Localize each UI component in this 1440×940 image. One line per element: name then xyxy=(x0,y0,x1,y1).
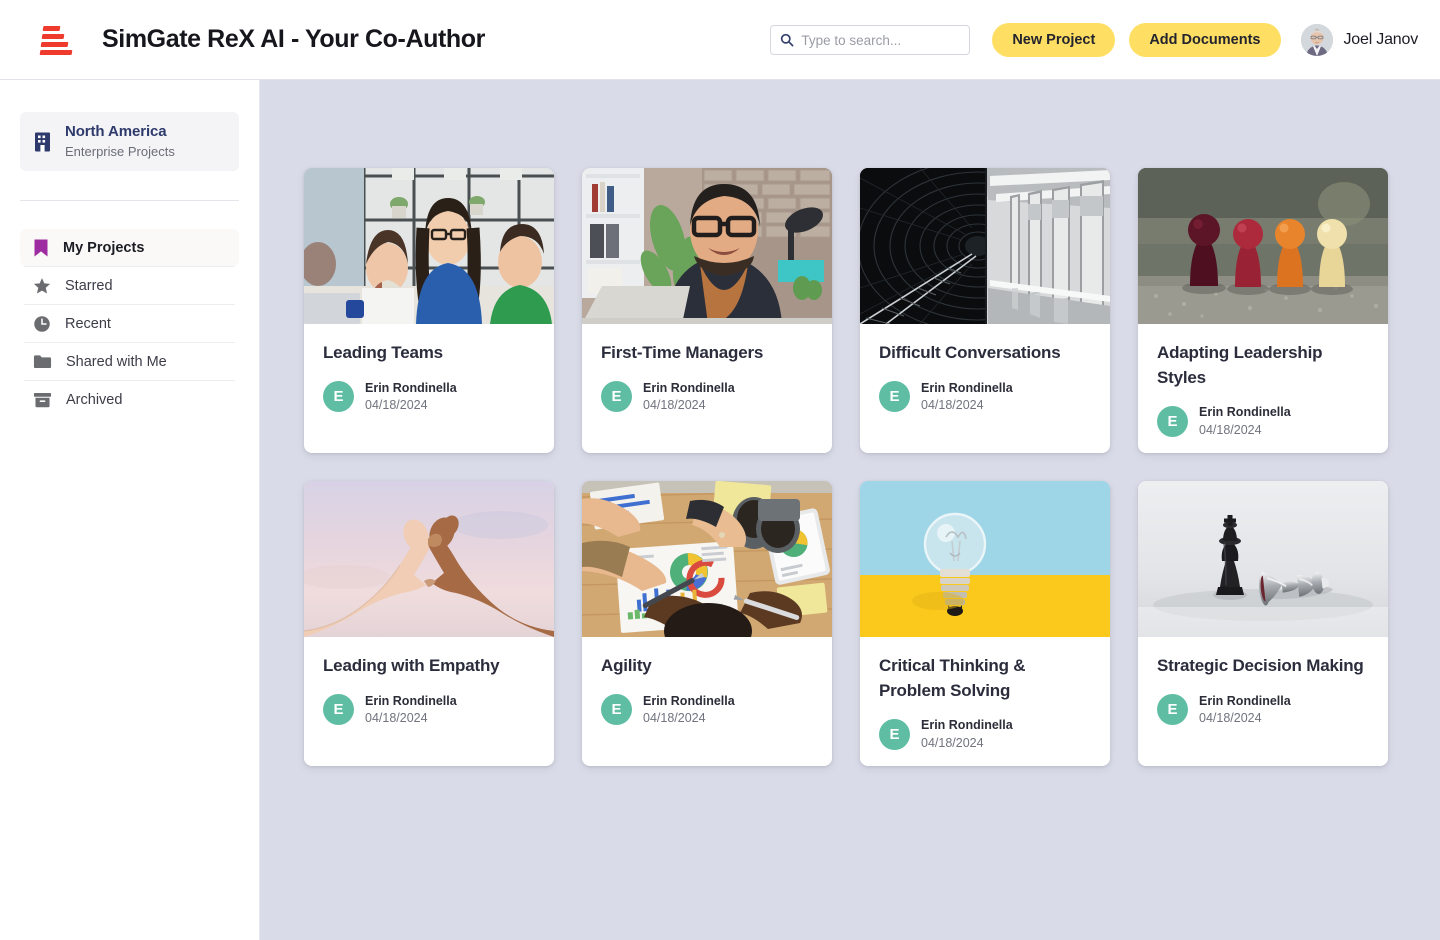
card-date: 04/18/2024 xyxy=(921,397,984,412)
author-avatar: E xyxy=(601,693,632,725)
card-title: Strategic Decision Making xyxy=(1157,656,1364,675)
add-documents-button[interactable]: Add Documents xyxy=(1129,23,1281,57)
logo-container[interactable] xyxy=(28,23,88,57)
author-name: Erin Rondinella xyxy=(643,693,735,708)
org-title: North America xyxy=(65,123,167,140)
card-date: 04/18/2024 xyxy=(643,397,706,412)
star-icon xyxy=(33,277,51,294)
project-card[interactable]: Leading with Empathy E Erin Rondinella 0… xyxy=(304,481,554,766)
header-actions: New Project Add Documents Joel Janov xyxy=(770,0,1418,80)
sidebar-item-my-projects[interactable]: My Projects xyxy=(20,229,239,266)
project-card-grid: Leading Teams E Erin Rondinella 04/18/20… xyxy=(304,168,1440,766)
card-date: 04/18/2024 xyxy=(921,735,984,750)
user-name: Joel Janov xyxy=(1343,31,1419,48)
user-menu[interactable]: Joel Janov xyxy=(1300,24,1419,56)
sidebar-divider xyxy=(20,200,239,201)
new-project-button[interactable]: New Project xyxy=(992,23,1116,57)
card-title: Leading with Empathy xyxy=(323,656,500,675)
card-meta: E Erin Rondinella 04/18/2024 xyxy=(323,693,535,727)
card-meta: E Erin Rondinella 04/18/2024 xyxy=(323,380,535,414)
project-card[interactable]: Adapting Leadership Styles E Erin Rondin… xyxy=(1138,168,1388,453)
search-input[interactable] xyxy=(801,32,961,48)
card-meta: E Erin Rondinella 04/18/2024 xyxy=(879,717,1091,751)
project-card[interactable]: Leading Teams E Erin Rondinella 04/18/20… xyxy=(304,168,554,453)
card-meta: E Erin Rondinella 04/18/2024 xyxy=(601,693,813,727)
sidebar: North America Enterprise Projects My Pro… xyxy=(0,80,260,940)
author-name: Erin Rondinella xyxy=(643,380,735,395)
author-avatar: E xyxy=(879,380,910,412)
sidebar-item-label: Shared with Me xyxy=(66,353,167,370)
app-header: SimGate ReX AI - Your Co-Author New Proj… xyxy=(0,0,1440,80)
sidebar-item-label: Recent xyxy=(65,315,111,332)
author-avatar: E xyxy=(601,380,632,412)
author-name: Erin Rondinella xyxy=(365,693,457,708)
search-box[interactable] xyxy=(770,25,971,55)
card-title: Critical Thinking & Problem Solving xyxy=(879,656,1026,700)
main-content: Leading Teams E Erin Rondinella 04/18/20… xyxy=(260,80,1440,940)
card-title: First-Time Managers xyxy=(601,343,764,362)
card-title: Agility xyxy=(601,656,652,675)
card-date: 04/18/2024 xyxy=(365,710,428,725)
team-reviewing-charts-photo-icon xyxy=(582,481,832,637)
body-wrapper: North America Enterprise Projects My Pro… xyxy=(0,80,1440,940)
card-date: 04/18/2024 xyxy=(643,710,706,725)
clock-icon xyxy=(34,315,50,332)
page-title: SimGate ReX AI - Your Co-Author xyxy=(102,25,485,53)
project-card[interactable]: Agility E Erin Rondinella 04/18/2024 xyxy=(582,481,832,766)
sidebar-item-label: Archived xyxy=(66,391,123,408)
project-card[interactable]: Difficult Conversations E Erin Rondinell… xyxy=(860,168,1110,453)
card-meta: E Erin Rondinella 04/18/2024 xyxy=(1157,404,1369,438)
project-card[interactable]: Critical Thinking & Problem Solving E Er… xyxy=(860,481,1110,766)
man-at-laptop-office-photo-icon xyxy=(582,168,832,324)
hands-forming-heart-photo-icon xyxy=(304,481,554,637)
author-avatar: E xyxy=(323,380,354,412)
wooden-game-pawns-photo-icon xyxy=(1138,168,1388,324)
sidebar-item-recent[interactable]: Recent xyxy=(20,305,239,342)
card-meta: E Erin Rondinella 04/18/2024 xyxy=(1157,693,1369,727)
author-avatar: E xyxy=(323,693,354,725)
org-subtitle: Enterprise Projects xyxy=(65,143,175,159)
card-date: 04/18/2024 xyxy=(365,397,428,412)
author-name: Erin Rondinella xyxy=(1199,693,1291,708)
chess-pieces-photo-icon xyxy=(1138,481,1388,637)
avatar xyxy=(1300,24,1333,56)
author-name: Erin Rondinella xyxy=(1199,405,1291,420)
simgate-bars-logo-icon xyxy=(39,23,75,57)
card-title: Adapting Leadership Styles xyxy=(1157,343,1323,387)
sidebar-item-archived[interactable]: Archived xyxy=(20,381,239,418)
author-name: Erin Rondinella xyxy=(921,718,1013,733)
author-avatar: E xyxy=(1157,693,1188,725)
office-team-meeting-photo-icon xyxy=(304,168,554,324)
card-meta: E Erin Rondinella 04/18/2024 xyxy=(879,380,1091,414)
card-title: Leading Teams xyxy=(323,343,443,362)
sidebar-item-shared-with-me[interactable]: Shared with Me xyxy=(20,343,239,380)
sidebar-item-label: My Projects xyxy=(63,239,145,256)
folder-icon xyxy=(33,355,52,369)
lightbulb-blue-yellow-photo-icon xyxy=(860,481,1110,637)
sidebar-item-starred[interactable]: Starred xyxy=(20,267,239,304)
bookmark-icon xyxy=(34,239,48,256)
card-date: 04/18/2024 xyxy=(1199,710,1262,725)
search-icon xyxy=(781,33,794,47)
black-white-subway-tunnel-photo-icon xyxy=(860,168,1110,324)
building-icon xyxy=(35,132,50,151)
card-date: 04/18/2024 xyxy=(1199,422,1262,437)
author-avatar: E xyxy=(879,718,910,750)
author-name: Erin Rondinella xyxy=(365,380,457,395)
archive-icon xyxy=(33,392,52,407)
card-title: Difficult Conversations xyxy=(879,343,1061,362)
sidebar-item-label: Starred xyxy=(65,277,113,294)
project-card[interactable]: First-Time Managers E Erin Rondinella 04… xyxy=(582,168,832,453)
sidebar-org-selector[interactable]: North America Enterprise Projects xyxy=(20,112,239,171)
project-card[interactable]: Strategic Decision Making E Erin Rondine… xyxy=(1138,481,1388,766)
author-name: Erin Rondinella xyxy=(921,380,1013,395)
author-avatar: E xyxy=(1157,405,1188,437)
card-meta: E Erin Rondinella 04/18/2024 xyxy=(601,380,813,414)
